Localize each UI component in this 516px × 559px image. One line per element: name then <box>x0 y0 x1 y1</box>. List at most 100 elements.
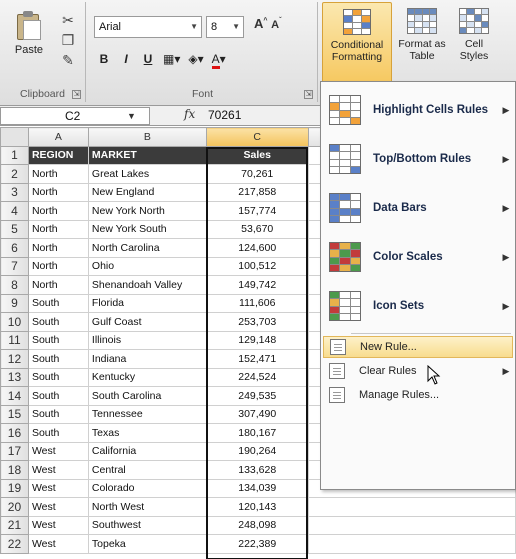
menu-item-new-rule[interactable]: New Rule... <box>323 336 513 358</box>
name-box[interactable]: C2 ▼ <box>0 107 150 125</box>
sales-cell[interactable]: 249,535 <box>205 386 309 406</box>
region-cell[interactable]: South <box>27 293 89 313</box>
insert-function-icon[interactable]: fx <box>184 107 195 121</box>
row-number[interactable]: 3 <box>0 182 29 202</box>
row-number[interactable]: 18 <box>0 460 29 480</box>
sales-cell[interactable]: 224,524 <box>205 367 309 387</box>
region-cell[interactable]: South <box>27 312 89 332</box>
market-cell[interactable]: Indiana <box>87 349 207 369</box>
row-number[interactable]: 15 <box>0 404 29 424</box>
sales-cell[interactable]: 120,143 <box>205 497 309 517</box>
market-cell[interactable]: Tennessee <box>87 404 207 424</box>
market-cell[interactable]: Central <box>87 460 207 480</box>
shrink-font-button[interactable]: A <box>271 19 279 31</box>
copy-icon[interactable]: ❐ <box>58 30 78 50</box>
sales-cell[interactable]: 307,490 <box>205 404 309 424</box>
market-cell[interactable]: New England <box>87 182 207 202</box>
market-cell[interactable]: Great Lakes <box>87 164 207 184</box>
menu-item-highlight-cells-rules[interactable]: Highlight Cells Rules ▶ <box>323 88 513 132</box>
row-number[interactable]: 14 <box>0 386 29 406</box>
region-cell[interactable]: South <box>27 367 89 387</box>
header-cell-region[interactable]: REGION <box>27 145 89 165</box>
menu-item-data-bars[interactable]: Data Bars ▶ <box>323 186 513 230</box>
row-number[interactable]: 7 <box>0 256 29 276</box>
conditional-formatting-button[interactable]: Conditional Formatting <box>322 2 392 84</box>
sales-cell[interactable]: 190,264 <box>205 441 309 461</box>
borders-icon[interactable]: ▦▾ <box>160 48 183 70</box>
sales-cell[interactable]: 253,703 <box>205 312 309 332</box>
region-cell[interactable]: North <box>27 275 89 295</box>
empty-cell[interactable] <box>307 515 516 535</box>
market-cell[interactable]: California <box>87 441 207 461</box>
row-number[interactable]: 8 <box>0 275 29 295</box>
market-cell[interactable]: Colorado <box>87 478 207 498</box>
row-number[interactable]: 19 <box>0 478 29 498</box>
region-cell[interactable]: South <box>27 349 89 369</box>
format-as-table-button[interactable]: Format as Table <box>396 2 448 84</box>
row-number[interactable]: 12 <box>0 349 29 369</box>
sales-cell[interactable]: 217,858 <box>205 182 309 202</box>
region-cell[interactable]: North <box>27 238 89 258</box>
header-cell-market[interactable]: MARKET <box>87 145 207 165</box>
underline-button[interactable]: U <box>138 48 158 70</box>
market-cell[interactable]: North West <box>87 497 207 517</box>
region-cell[interactable]: West <box>27 515 89 535</box>
empty-cell[interactable] <box>307 534 516 554</box>
sales-cell[interactable]: 134,039 <box>205 478 309 498</box>
market-cell[interactable]: Shenandoah Valley <box>87 275 207 295</box>
row-number[interactable]: 4 <box>0 201 29 221</box>
market-cell[interactable]: Southwest <box>87 515 207 535</box>
menu-item-manage-rules[interactable]: Manage Rules... <box>323 384 513 406</box>
font-size-select[interactable]: 8 ▼ <box>206 16 244 38</box>
region-cell[interactable]: West <box>27 460 89 480</box>
column-header-b[interactable]: B <box>87 127 207 147</box>
italic-button[interactable]: I <box>116 48 136 70</box>
row-number[interactable]: 17 <box>0 441 29 461</box>
menu-item-icon-sets[interactable]: Icon Sets ▶ <box>323 284 513 328</box>
market-cell[interactable]: Illinois <box>87 330 207 350</box>
region-cell[interactable]: West <box>27 534 89 554</box>
bold-button[interactable]: B <box>94 48 114 70</box>
sales-cell[interactable]: 248,098 <box>205 515 309 535</box>
market-cell[interactable]: Gulf Coast <box>87 312 207 332</box>
market-cell[interactable]: New York South <box>87 219 207 239</box>
region-cell[interactable]: North <box>27 201 89 221</box>
market-cell[interactable]: Texas <box>87 423 207 443</box>
column-header-a[interactable]: A <box>27 127 89 147</box>
market-cell[interactable]: New York North <box>87 201 207 221</box>
row-number[interactable]: 20 <box>0 497 29 517</box>
sales-cell[interactable]: 133,628 <box>205 460 309 480</box>
row-number[interactable]: 11 <box>0 330 29 350</box>
row-number[interactable]: 1 <box>0 145 29 165</box>
region-cell[interactable]: South <box>27 330 89 350</box>
region-cell[interactable]: North <box>27 256 89 276</box>
font-color-button[interactable]: A▾ <box>209 48 229 70</box>
fill-color-icon[interactable]: ◈▾ <box>185 48 206 70</box>
select-all-corner[interactable] <box>0 127 29 147</box>
sales-cell[interactable]: 100,512 <box>205 256 309 276</box>
font-name-select[interactable]: Arial ▼ <box>94 16 202 38</box>
market-cell[interactable]: North Carolina <box>87 238 207 258</box>
region-cell[interactable]: South <box>27 404 89 424</box>
market-cell[interactable]: Ohio <box>87 256 207 276</box>
menu-item-top-bottom-rules[interactable]: Top/Bottom Rules ▶ <box>323 137 513 181</box>
market-cell[interactable]: Florida <box>87 293 207 313</box>
font-launcher-icon[interactable]: ⇲ <box>304 90 313 99</box>
sales-cell[interactable]: 157,774 <box>205 201 309 221</box>
format-painter-icon[interactable]: ✎ <box>58 50 78 70</box>
chevron-down-icon[interactable]: ▼ <box>127 108 136 124</box>
sales-cell[interactable]: 129,148 <box>205 330 309 350</box>
sales-cell[interactable]: 70,261 <box>205 164 309 184</box>
row-number[interactable]: 13 <box>0 367 29 387</box>
region-cell[interactable]: South <box>27 386 89 406</box>
cell-styles-button[interactable]: Cell Styles <box>450 2 498 84</box>
row-number[interactable]: 5 <box>0 219 29 239</box>
cut-icon[interactable]: ✂ <box>58 10 78 30</box>
row-number[interactable]: 2 <box>0 164 29 184</box>
market-cell[interactable]: South Carolina <box>87 386 207 406</box>
sales-cell[interactable]: 180,167 <box>205 423 309 443</box>
sales-cell[interactable]: 152,471 <box>205 349 309 369</box>
menu-item-clear-rules[interactable]: Clear Rules ▶ <box>323 360 513 382</box>
sales-cell[interactable]: 124,600 <box>205 238 309 258</box>
row-number[interactable]: 16 <box>0 423 29 443</box>
